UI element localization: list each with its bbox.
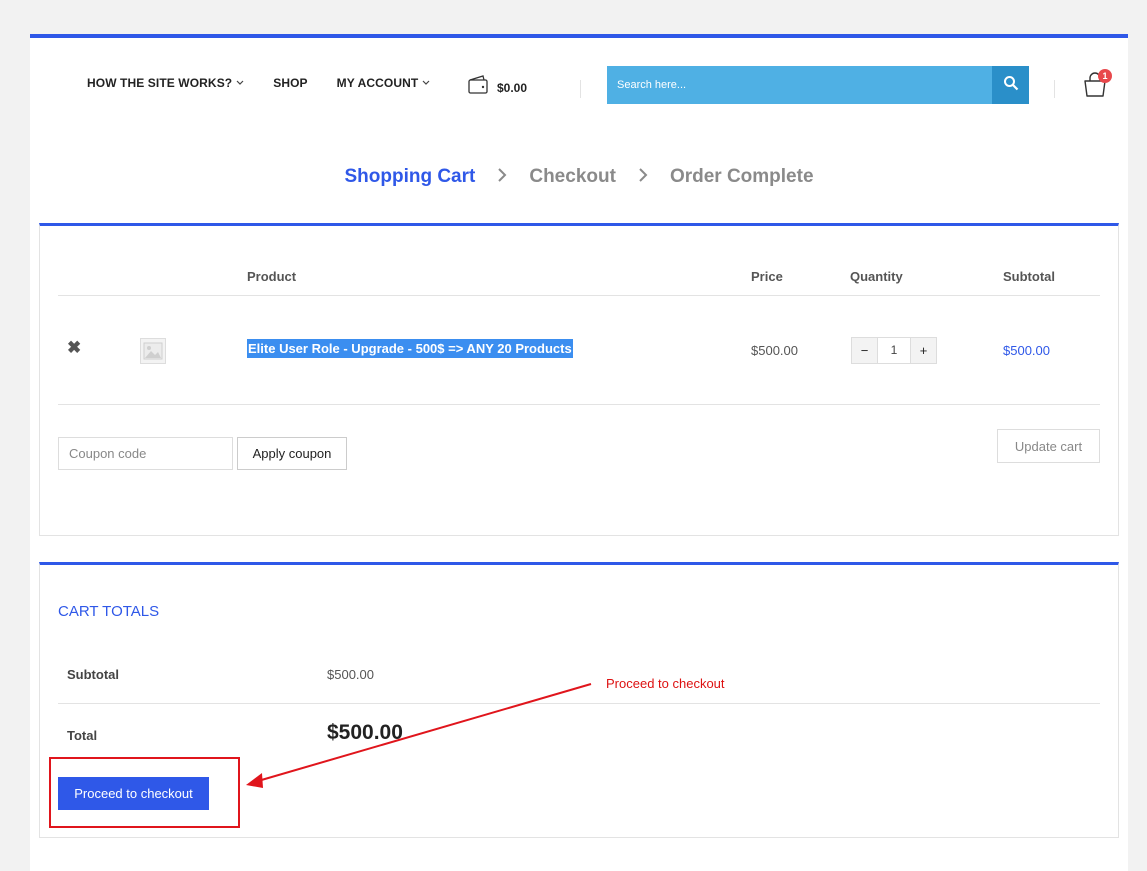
annotation-arrow — [246, 683, 592, 788]
